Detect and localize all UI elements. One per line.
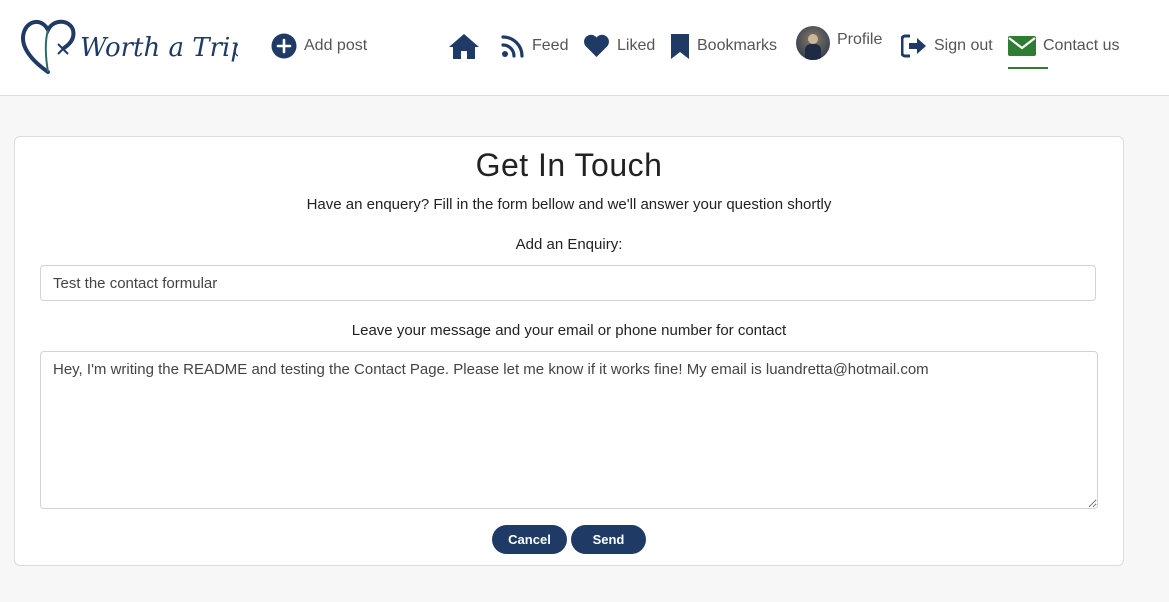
nav-add-post-label: Add post	[304, 37, 368, 54]
home-icon	[448, 32, 480, 60]
nav-sign-out-label: Sign out	[934, 37, 993, 54]
cancel-button[interactable]: Cancel	[492, 525, 567, 554]
nav-add-post[interactable]: Add post	[271, 28, 367, 64]
nav-feed-label: Feed	[532, 37, 569, 54]
contact-form-card: Get In Touch Have an enquery? Fill in th…	[14, 136, 1124, 566]
send-button[interactable]: Send	[571, 525, 646, 554]
page-title: Get In Touch	[475, 147, 663, 183]
envelope-icon	[1008, 35, 1036, 57]
nav-contact-us-label: Contact us	[1043, 37, 1120, 54]
sign-out-icon	[901, 34, 927, 58]
nav-bookmarks-label: Bookmarks	[697, 37, 778, 54]
nav-contact-us[interactable]: Contact us	[1008, 28, 1120, 69]
bookmark-icon	[670, 32, 690, 60]
brand-logo[interactable]: Worth a Trip	[18, 14, 238, 78]
nav-sign-out[interactable]: Sign out	[901, 28, 993, 64]
top-navbar: Worth a Trip Add post Feed Liked Bookmar…	[0, 0, 1169, 96]
heart-icon	[583, 34, 610, 58]
message-textarea[interactable]: Hey, I'm writing the README and testing …	[40, 351, 1098, 509]
nav-liked[interactable]: Liked	[583, 28, 655, 64]
nav-bookmarks[interactable]: Bookmarks	[670, 28, 777, 64]
nav-home[interactable]	[448, 28, 480, 64]
enquiry-input[interactable]	[40, 265, 1096, 301]
brand-logo-image: Worth a Trip	[21, 19, 238, 74]
nav-profile-label: Profile	[837, 30, 883, 48]
message-label: Leave your message and your email or pho…	[351, 322, 787, 339]
profile-avatar	[796, 26, 830, 60]
svg-text:Worth a Trip: Worth a Trip	[80, 33, 238, 63]
enquiry-label: Add an Enquiry:	[515, 236, 623, 253]
plus-circle-icon	[271, 33, 297, 59]
rss-icon	[501, 34, 525, 58]
page-subtitle: Have an enquery? Fill in the form bellow…	[306, 196, 832, 213]
nav-feed[interactable]: Feed	[501, 28, 568, 64]
nav-profile[interactable]: Profile	[796, 25, 882, 61]
nav-liked-label: Liked	[617, 37, 656, 54]
